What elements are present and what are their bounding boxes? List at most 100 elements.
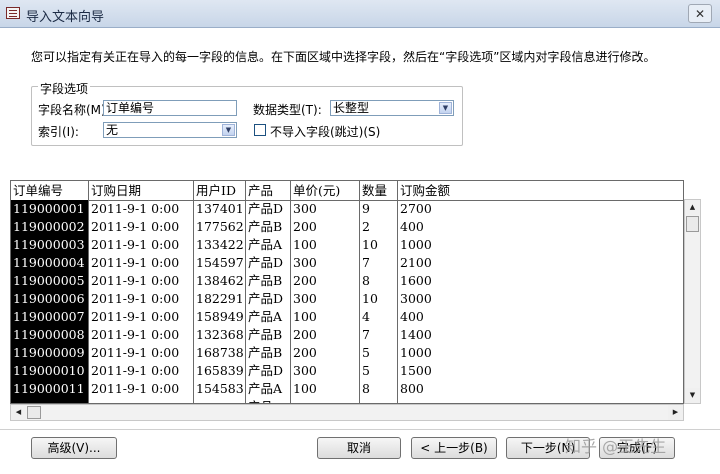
table-cell[interactable]: 10 <box>360 290 398 308</box>
table-cell[interactable]: 165839 <box>194 362 246 380</box>
table-cell[interactable]: 132368 <box>194 326 246 344</box>
back-button[interactable]: < 上一步(B) <box>411 437 497 459</box>
table-cell[interactable]: 137401 <box>194 200 246 218</box>
column-header[interactable]: 订购日期 <box>89 181 194 200</box>
index-select[interactable]: 无 ▼ <box>103 122 237 138</box>
table-cell[interactable]: 119000007 <box>11 308 89 326</box>
table-cell[interactable]: 154597 <box>194 254 246 272</box>
table-cell[interactable]: 119000004 <box>11 254 89 272</box>
table-cell[interactable]: 200 <box>291 326 360 344</box>
table-cell[interactable]: 1000 <box>398 236 683 254</box>
table-cell[interactable]: 119000002 <box>11 218 89 236</box>
arrow-right-icon[interactable]: ▶ <box>668 405 683 420</box>
column-header[interactable]: 订购金额 <box>398 181 683 200</box>
arrow-down-icon[interactable]: ▼ <box>685 388 700 403</box>
table-cell[interactable]: 2011-9-1 0:00 <box>89 362 194 380</box>
table-cell[interactable]: 119000005 <box>11 272 89 290</box>
close-button[interactable]: ✕ <box>688 4 712 23</box>
table-cell[interactable]: 100 <box>291 236 360 254</box>
vertical-scrollbar[interactable]: ▲ ▼ <box>684 199 701 404</box>
table-cell[interactable]: 5 <box>360 362 398 380</box>
table-cell[interactable]: 2011-9-1 0:00 <box>89 200 194 218</box>
advanced-button[interactable]: 高级(V)... <box>31 437 117 459</box>
table-cell[interactable]: 168738 <box>194 344 246 362</box>
table-cell[interactable]: 400 <box>398 218 683 236</box>
table-cell[interactable]: 119000009 <box>11 344 89 362</box>
horizontal-scrollbar[interactable]: ◀ ▶ <box>10 404 684 421</box>
table-cell[interactable]: 产品A <box>246 236 291 254</box>
table-cell[interactable]: 2011-9-1 0:00 <box>89 326 194 344</box>
field-name-input[interactable]: 订单编号 <box>103 100 237 116</box>
table-cell[interactable]: 产品D <box>246 362 291 380</box>
table-cell[interactable]: 400 <box>398 308 683 326</box>
table-cell[interactable]: 产品B <box>246 218 291 236</box>
table-cell[interactable]: 100 <box>291 308 360 326</box>
table-cell[interactable]: 5 <box>360 344 398 362</box>
table-cell[interactable]: 119000011 <box>11 380 89 398</box>
data-type-select[interactable]: 长整型 ▼ <box>330 100 454 116</box>
table-cell[interactable]: 4 <box>360 308 398 326</box>
table-cell[interactable]: 300 <box>291 200 360 218</box>
table-cell[interactable]: 2011-9-1 0:00 <box>89 344 194 362</box>
table-cell[interactable]: 100 <box>291 380 360 398</box>
table-cell[interactable]: 8 <box>360 380 398 398</box>
table-cell[interactable]: 2 <box>360 218 398 236</box>
table-cell[interactable]: 2700 <box>398 200 683 218</box>
table-cell[interactable]: 产品B <box>246 326 291 344</box>
table-cell[interactable]: 119000006 <box>11 290 89 308</box>
table-cell[interactable]: 2011-9-1 0:00 <box>89 236 194 254</box>
table-cell[interactable]: 133422 <box>194 236 246 254</box>
table-cell[interactable]: 300 <box>291 290 360 308</box>
table-cell[interactable]: 产品D <box>246 254 291 272</box>
table-cell[interactable]: 2011-9-1 0:00 <box>89 308 194 326</box>
table-cell[interactable]: 2011-9-1 0:00 <box>89 218 194 236</box>
table-cell[interactable]: 1000 <box>398 344 683 362</box>
column-header[interactable]: 用户ID <box>194 181 246 200</box>
table-cell[interactable]: 119000003 <box>11 236 89 254</box>
table-cell[interactable]: 2100 <box>398 254 683 272</box>
table-cell[interactable]: 119000008 <box>11 326 89 344</box>
horizontal-scroll-thumb[interactable] <box>27 406 41 419</box>
skip-field-checkbox[interactable] <box>254 124 266 136</box>
table-cell[interactable]: 3000 <box>398 290 683 308</box>
table-cell[interactable]: 200 <box>291 272 360 290</box>
table-cell[interactable]: 产品B <box>246 272 291 290</box>
chevron-down-icon[interactable]: ▼ <box>439 102 452 114</box>
table-cell[interactable]: 300 <box>291 254 360 272</box>
column-header[interactable]: 产品 <box>246 181 291 200</box>
table-cell[interactable]: 1400 <box>398 326 683 344</box>
table-cell[interactable]: 138462 <box>194 272 246 290</box>
table-cell[interactable]: 8 <box>360 272 398 290</box>
table-cell[interactable]: 2011-9-1 0:00 <box>89 254 194 272</box>
cancel-button[interactable]: 取消 <box>317 437 401 459</box>
table-cell[interactable]: 182291 <box>194 290 246 308</box>
table-cell[interactable]: 177562 <box>194 218 246 236</box>
table-cell[interactable]: 2011-9-1 0:00 <box>89 380 194 398</box>
table-cell[interactable]: 800 <box>398 380 683 398</box>
table-cell[interactable]: 119000001 <box>11 200 89 218</box>
column-header[interactable]: 单价(元) <box>291 181 360 200</box>
table-cell[interactable]: 158949 <box>194 308 246 326</box>
table-cell[interactable]: 产品D <box>246 200 291 218</box>
table-cell[interactable]: 200 <box>291 218 360 236</box>
arrow-left-icon[interactable]: ◀ <box>11 405 26 420</box>
table-cell[interactable]: 1600 <box>398 272 683 290</box>
skip-field-label[interactable]: 不导入字段(跳过)(S) <box>270 123 380 140</box>
table-cell[interactable]: 产品A <box>246 380 291 398</box>
table-cell[interactable]: 200 <box>291 344 360 362</box>
table-cell[interactable]: 产品D <box>246 290 291 308</box>
table-cell[interactable]: 产品B <box>246 344 291 362</box>
table-cell[interactable]: 154583 <box>194 380 246 398</box>
table-cell[interactable]: 产品A <box>246 308 291 326</box>
table-cell[interactable]: 2011-9-1 0:00 <box>89 290 194 308</box>
table-cell[interactable]: 7 <box>360 326 398 344</box>
vertical-scroll-thumb[interactable] <box>686 216 699 232</box>
table-cell[interactable]: 2011-9-1 0:00 <box>89 272 194 290</box>
column-header[interactable]: 数量 <box>360 181 398 200</box>
data-preview-grid[interactable]: 订单编号 订购日期 用户ID 产品 单价(元) 数量 订购金额 11900000… <box>10 180 684 404</box>
table-cell[interactable]: 7 <box>360 254 398 272</box>
table-cell[interactable]: 119000010 <box>11 362 89 380</box>
arrow-up-icon[interactable]: ▲ <box>685 200 700 215</box>
column-header[interactable]: 订单编号 <box>11 181 89 200</box>
table-cell[interactable]: 1500 <box>398 362 683 380</box>
